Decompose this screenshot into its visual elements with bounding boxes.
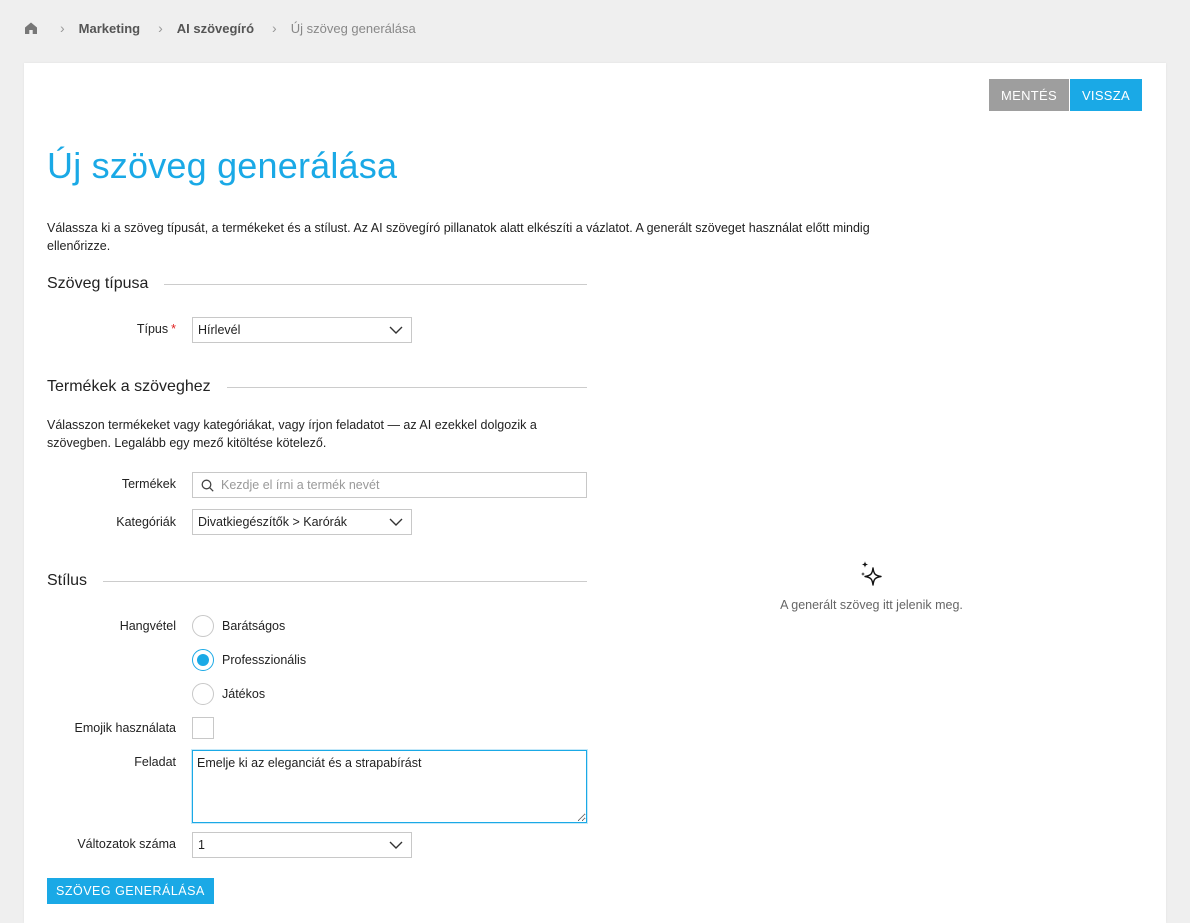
chevron-right-icon: ›	[272, 20, 277, 36]
result-placeholder: A generált szöveg itt jelenik meg.	[764, 560, 979, 612]
section-products: Termékek a szöveghez	[47, 378, 587, 396]
radio-label: Barátságos	[222, 619, 286, 633]
section-heading: Termékek a szöveghez	[47, 378, 211, 395]
radio-button[interactable]	[192, 683, 214, 705]
home-icon[interactable]	[24, 21, 38, 35]
required-marker: *	[171, 322, 176, 336]
emoji-label: Emojik használata	[74, 721, 176, 735]
section-text-type: Szöveg típusa	[47, 275, 587, 293]
radio-button[interactable]	[192, 615, 214, 637]
section-heading: Szöveg típusa	[47, 275, 149, 292]
radio-label: Játékos	[222, 687, 266, 701]
sparkle-icon	[860, 561, 882, 586]
tone-option-professional[interactable]: Professzionális	[192, 649, 306, 671]
breadcrumb: › Marketing › AI szövegíró › Új szöveg g…	[24, 18, 434, 38]
task-label: Feladat	[134, 755, 176, 769]
variants-select-value: 1	[198, 838, 205, 852]
variants-select[interactable]: 1	[192, 832, 412, 858]
chevron-down-icon	[389, 518, 403, 526]
task-textarea[interactable]: Emelje ki az eleganciát és a strapabírás…	[192, 750, 587, 823]
type-label: Típus *	[136, 322, 176, 336]
products-label: Termékek	[121, 477, 176, 491]
divider	[103, 580, 587, 582]
products-search-input[interactable]	[221, 478, 571, 492]
categories-select[interactable]: Divatkiegészítők > Karórák	[192, 509, 412, 535]
toolbar: MENTÉS VISSZA	[988, 79, 1142, 111]
tone-label: Hangvétel	[119, 619, 176, 633]
section-style: Stílus	[47, 572, 587, 590]
main-card: MENTÉS VISSZA Új szöveg generálása Válas…	[24, 63, 1166, 923]
chevron-down-icon	[389, 326, 403, 334]
page-intro: Válassza ki a szöveg típusát, a termékek…	[47, 221, 870, 253]
categories-select-value: Divatkiegészítők > Karórák	[198, 515, 348, 529]
radio-label: Professzionális	[222, 653, 307, 667]
emoji-checkbox[interactable]	[192, 717, 214, 739]
section-heading: Stílus	[47, 572, 88, 589]
type-select-value: Hírlevél	[198, 323, 241, 337]
divider	[164, 283, 587, 285]
variants-label: Változatok száma	[77, 837, 176, 851]
search-icon	[201, 479, 214, 492]
result-placeholder-text: A generált szöveg itt jelenik meg.	[780, 598, 963, 612]
page-title: Új szöveg generálása	[47, 145, 398, 186]
save-button[interactable]: MENTÉS	[988, 79, 1069, 111]
radio-button-selected[interactable]	[192, 649, 214, 671]
categories-label: Kategóriák	[116, 515, 176, 529]
products-search[interactable]	[192, 472, 587, 498]
chevron-right-icon: ›	[158, 20, 163, 36]
products-intro: Válasszon termékeket vagy kategóriákat, …	[47, 418, 537, 450]
divider	[226, 386, 587, 388]
tone-option-playful[interactable]: Játékos	[192, 683, 265, 705]
chevron-down-icon	[389, 841, 403, 849]
generate-text-button[interactable]: SZÖVEG GENERÁLÁSA	[47, 878, 214, 904]
chevron-right-icon: ›	[60, 20, 65, 36]
breadcrumb-item-current: Új szöveg generálása	[290, 20, 416, 36]
back-button[interactable]: VISSZA	[1069, 79, 1142, 111]
breadcrumb-item-marketing[interactable]: Marketing	[79, 21, 140, 36]
type-select[interactable]: Hírlevél	[192, 317, 412, 343]
breadcrumb-item-ai-writer[interactable]: AI szövegíró	[177, 21, 254, 36]
tone-option-friendly[interactable]: Barátságos	[192, 615, 285, 637]
